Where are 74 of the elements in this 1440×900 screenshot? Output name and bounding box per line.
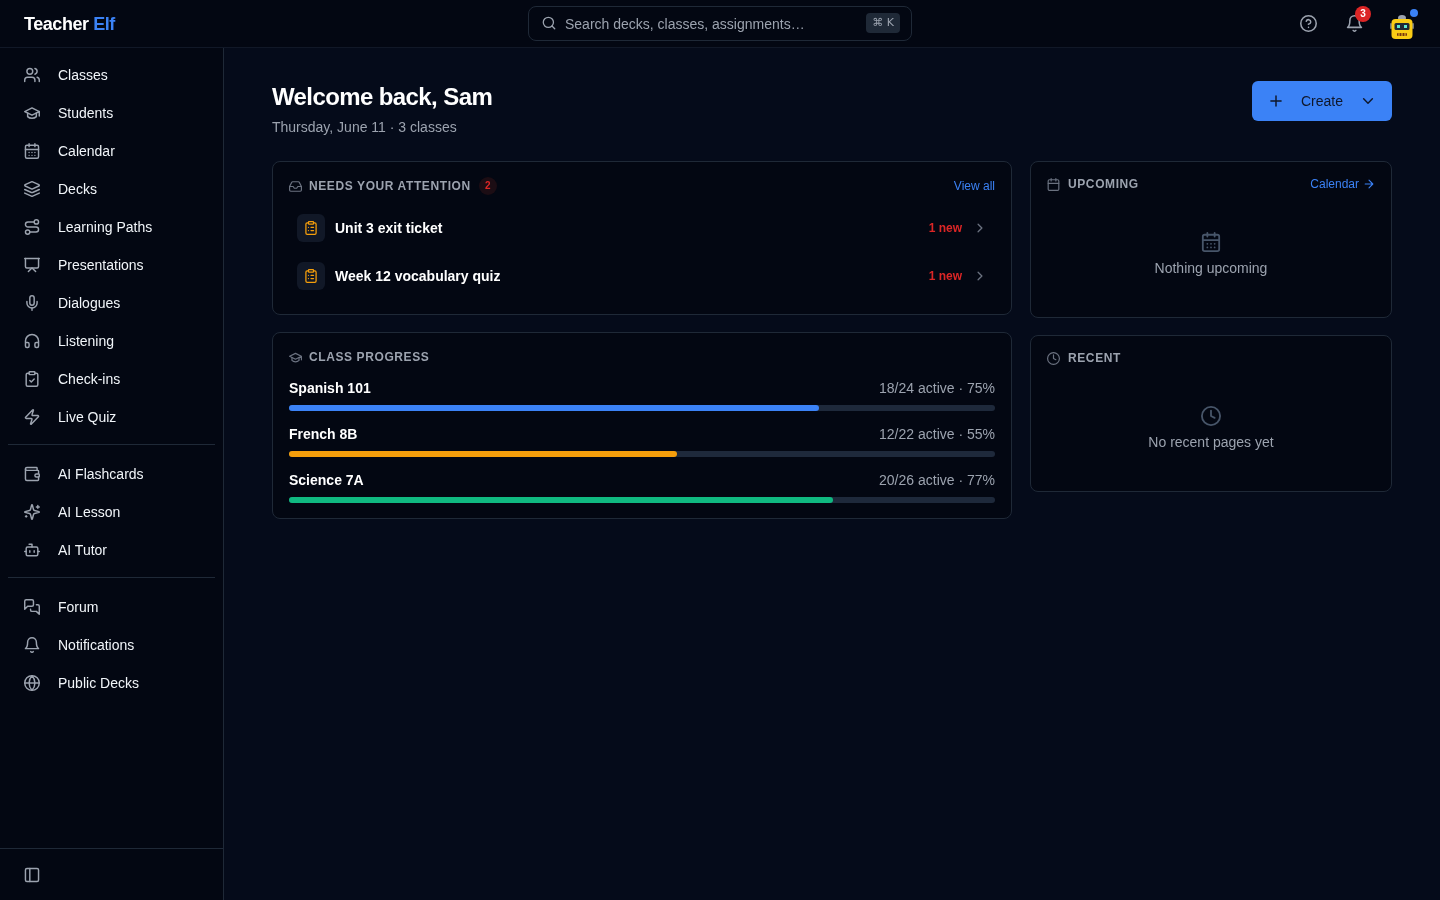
class-name: Science 7A [289,471,364,490]
route-icon [24,219,40,235]
sidebar-item[interactable]: Students [8,94,215,132]
bell-icon [1345,15,1363,32]
new-count: 1 new [928,220,962,236]
graduation-cap-icon [24,105,40,121]
robot-icon [24,542,40,558]
new-count: 1 new [928,268,962,284]
section-title: CLASS PROGRESS [309,349,430,365]
section-title: NEEDS YOUR ATTENTION [309,178,471,194]
clipboard-icon [297,262,325,290]
search-icon [542,16,556,30]
clock-icon [1047,351,1060,365]
sidebar-item[interactable]: Classes [8,56,215,94]
create-button[interactable]: Create [1252,81,1392,121]
globe-icon [24,675,40,691]
page-title: Welcome back, Sam [272,82,493,112]
sparkles-icon [24,504,40,520]
sidebar-item[interactable]: Public Decks [8,664,215,702]
lightning-icon [24,409,40,425]
users-icon [24,67,40,83]
notifications-button[interactable]: 3 [1336,5,1372,42]
section-title: RECENT [1068,350,1121,366]
panel-left-icon [24,866,40,883]
avatar-button[interactable] [1390,8,1418,39]
layers-icon [24,181,40,197]
clipboard-check-icon [24,371,40,387]
sidebar-item[interactable]: Live Quiz [8,398,215,436]
class-stats: 20/26 active · 77% [879,471,995,490]
sidebar-item[interactable]: Listening [8,322,215,360]
empty-state-text: No recent pages yet [1148,432,1274,452]
inbox-icon [289,179,302,193]
page-subtitle: Thursday, June 11 · 3 classes [272,118,458,137]
assignment-title[interactable]: Week 12 vocabulary quiz [335,266,929,286]
keyboard-shortcut: ⌘ K [866,13,900,33]
app-logo[interactable]: Teacher Elf [24,11,115,36]
sidebar-item[interactable]: AI Flashcards [8,455,215,493]
sidebar-item[interactable]: Calendar [8,132,215,170]
class-stats: 18/24 active · 75% [879,379,995,398]
headphones-icon [24,333,40,349]
help-icon [1299,15,1317,32]
bell-icon [24,637,40,653]
plus-icon [1268,93,1284,109]
wallet-icon [24,466,40,482]
notification-count: 3 [1355,5,1371,22]
presentation-board-icon [24,257,40,273]
assignment-title[interactable]: Unit 3 exit ticket [335,218,929,238]
arrow-right-icon [1363,178,1375,190]
sidebar-item[interactable]: Forum [8,588,215,626]
sidebar-item[interactable]: AI Lesson [8,493,215,531]
class-stats: 12/22 active · 55% [879,425,995,444]
class-name: French 8B [289,425,358,444]
empty-state-text: Nothing upcoming [1154,258,1268,278]
sidebar-item[interactable]: Presentations [8,246,215,284]
sidebar-item[interactable]: Dialogues [8,284,215,322]
attention-count: 2 [478,177,497,195]
sidebar-item[interactable]: Notifications [8,626,215,664]
sidebar-item[interactable]: Check-ins [8,360,215,398]
calendar-icon [1201,231,1221,252]
view-all-link[interactable]: View all [953,178,995,194]
calendar-icon [24,143,40,159]
sidebar-item[interactable]: AI Tutor [8,531,215,569]
calendar-icon [1047,177,1060,191]
sidebar-item[interactable]: Learning Paths [8,208,215,246]
calendar-link[interactable]: Calendar [1310,176,1375,192]
chat-bubbles-icon [24,599,40,615]
graduation-cap-icon [289,350,302,364]
class-name: Spanish 101 [289,379,371,398]
clipboard-icon [297,214,325,242]
clock-icon [1201,405,1221,426]
robot-avatar-icon [1390,13,1414,39]
sidebar-item[interactable]: Decks [8,170,215,208]
section-title: UPCOMING [1068,176,1139,192]
microphone-icon [24,295,40,311]
